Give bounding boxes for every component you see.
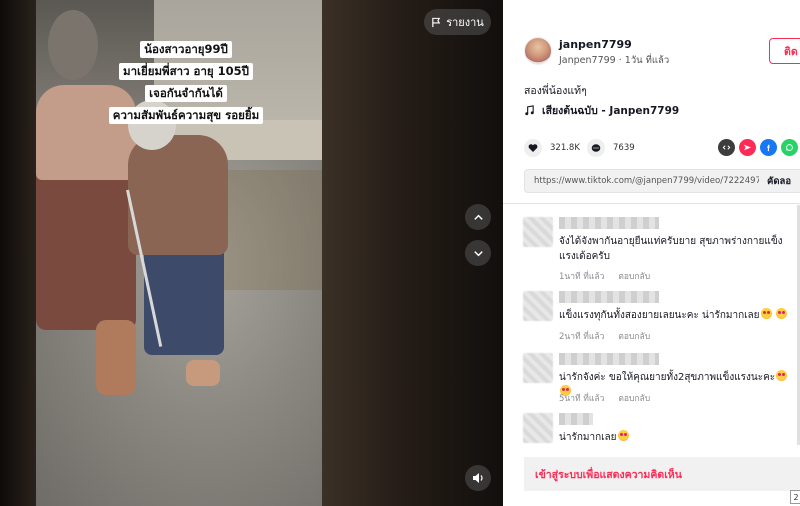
chevron-up-icon [473, 214, 483, 220]
music-note-icon [525, 105, 534, 116]
heart-eyes-emoji-icon [776, 370, 788, 381]
tiktok-video-page: น้องสาวอายุ99ปี มาเยี่ยมพี่สาว อายุ 105ป… [0, 0, 800, 506]
video-player[interactable]: น้องสาวอายุ99ปี มาเยี่ยมพี่สาว อายุ 105ป… [0, 0, 503, 506]
follow-label: ติด [784, 45, 798, 58]
music-label: เสียงต้นฉบับ - Janpen7799 [542, 105, 680, 117]
reply-button[interactable]: ตอบกลับ [618, 391, 650, 405]
send-icon [743, 144, 752, 151]
commenter-avatar[interactable] [523, 217, 553, 247]
video-link-url[interactable]: https://www.tiktok.com/@janpen7799/video… [525, 176, 759, 186]
commenter-name[interactable] [559, 217, 659, 229]
send-share-button[interactable] [739, 139, 756, 156]
reply-button[interactable]: ตอบกลับ [618, 329, 650, 343]
post-description: สองพี่น้องแท้ๆ [524, 85, 587, 97]
commenter-name[interactable] [559, 291, 659, 303]
reply-button[interactable]: ตอบกลับ [618, 269, 650, 283]
comment-time: 2นาที ที่แล้ว [559, 332, 605, 342]
report-button[interactable]: รายงาน [424, 9, 491, 35]
report-label: รายงาน [446, 16, 484, 29]
comment-text: แข็งแรงทุกันทั้งสองยายเลยนะคะ น่ารักมากเ… [559, 308, 799, 323]
video-link-bar: https://www.tiktok.com/@janpen7799/video… [524, 169, 800, 193]
login-to-comment-button[interactable]: เข้าสู่ระบบเพื่อแสดงความคิดเห็น [524, 457, 800, 491]
divider [503, 203, 800, 204]
caption-line: ความสัมพันธ์ความสุข รอยยิ้ม [108, 107, 264, 124]
heart-eyes-emoji-icon [617, 430, 629, 441]
volume-button[interactable] [465, 465, 491, 491]
comment-text: จังได้จังพากันอายุยืนแท่ครับยาย สุขภาพร่… [559, 236, 783, 262]
heart-eyes-emoji-icon [760, 308, 772, 319]
commenter-name[interactable] [559, 413, 593, 425]
next-video-button[interactable] [465, 240, 491, 266]
caption-line: เจอกันจำกันได้ [145, 85, 227, 102]
embed-share-button[interactable] [718, 139, 735, 156]
heart-icon [528, 144, 538, 152]
details-panel: janpen7799 Janpen7799 · 1วัน ที่แล้ว ติด… [503, 0, 800, 506]
comment-time: 5นาที ที่แล้ว [559, 394, 605, 404]
chevron-down-icon [473, 250, 483, 256]
author-username[interactable]: janpen7799 [559, 38, 632, 51]
commenter-avatar[interactable] [523, 291, 553, 321]
login-prompt-label: เข้าสู่ระบบเพื่อแสดงความคิดเห็น [535, 468, 682, 481]
follow-button[interactable]: ติด [769, 38, 800, 64]
commenter-avatar[interactable] [523, 413, 553, 443]
whatsapp-icon [786, 144, 793, 151]
commenter-avatar[interactable] [523, 353, 553, 383]
comment-meta: 5นาที ที่แล้ว ตอบกลับ [559, 391, 650, 405]
previous-video-button[interactable] [465, 204, 491, 230]
heart-eyes-emoji-icon [775, 308, 787, 319]
caption-line: มาเยี่ยมพี่สาว อายุ 105ปี [119, 63, 253, 80]
comment-icon [591, 144, 601, 152]
video-frame[interactable]: น้องสาวอายุ99ปี มาเยี่ยมพี่สาว อายุ 105ป… [36, 0, 322, 506]
like-stat[interactable]: 321.8K [524, 139, 580, 157]
comment-time: 1นาที ที่แล้ว [559, 272, 605, 282]
copy-link-button[interactable]: คัดลอ [759, 174, 791, 189]
page-badge: 2 [790, 490, 800, 504]
caption-line: น้องสาวอายุ99ปี [140, 41, 232, 58]
commenter-name[interactable] [559, 353, 659, 365]
like-count: 321.8K [550, 143, 580, 153]
comment-text: น่ารักมากเลย [559, 430, 799, 445]
embed-icon [722, 145, 731, 150]
whatsapp-share-button[interactable] [781, 139, 798, 156]
video-blur-left [0, 0, 36, 506]
comment-meta: 1นาที ที่แล้ว ตอบกลับ [559, 269, 650, 283]
flag-icon [432, 17, 441, 27]
author-avatar[interactable] [524, 37, 552, 65]
author-subline: Janpen7799 · 1วัน ที่แล้ว [559, 55, 670, 66]
comment-stat[interactable]: 7639 [587, 139, 635, 157]
facebook-share-button[interactable] [760, 139, 777, 156]
volume-icon [473, 473, 483, 483]
comment-meta: 2นาที ที่แล้ว ตอบกลับ [559, 329, 650, 343]
comment-count: 7639 [613, 143, 635, 153]
music-link[interactable]: เสียงต้นฉบับ - Janpen7799 [524, 102, 679, 119]
facebook-icon [767, 144, 770, 152]
video-caption-overlay: น้องสาวอายุ99ปี มาเยี่ยมพี่สาว อายุ 105ป… [86, 38, 286, 126]
